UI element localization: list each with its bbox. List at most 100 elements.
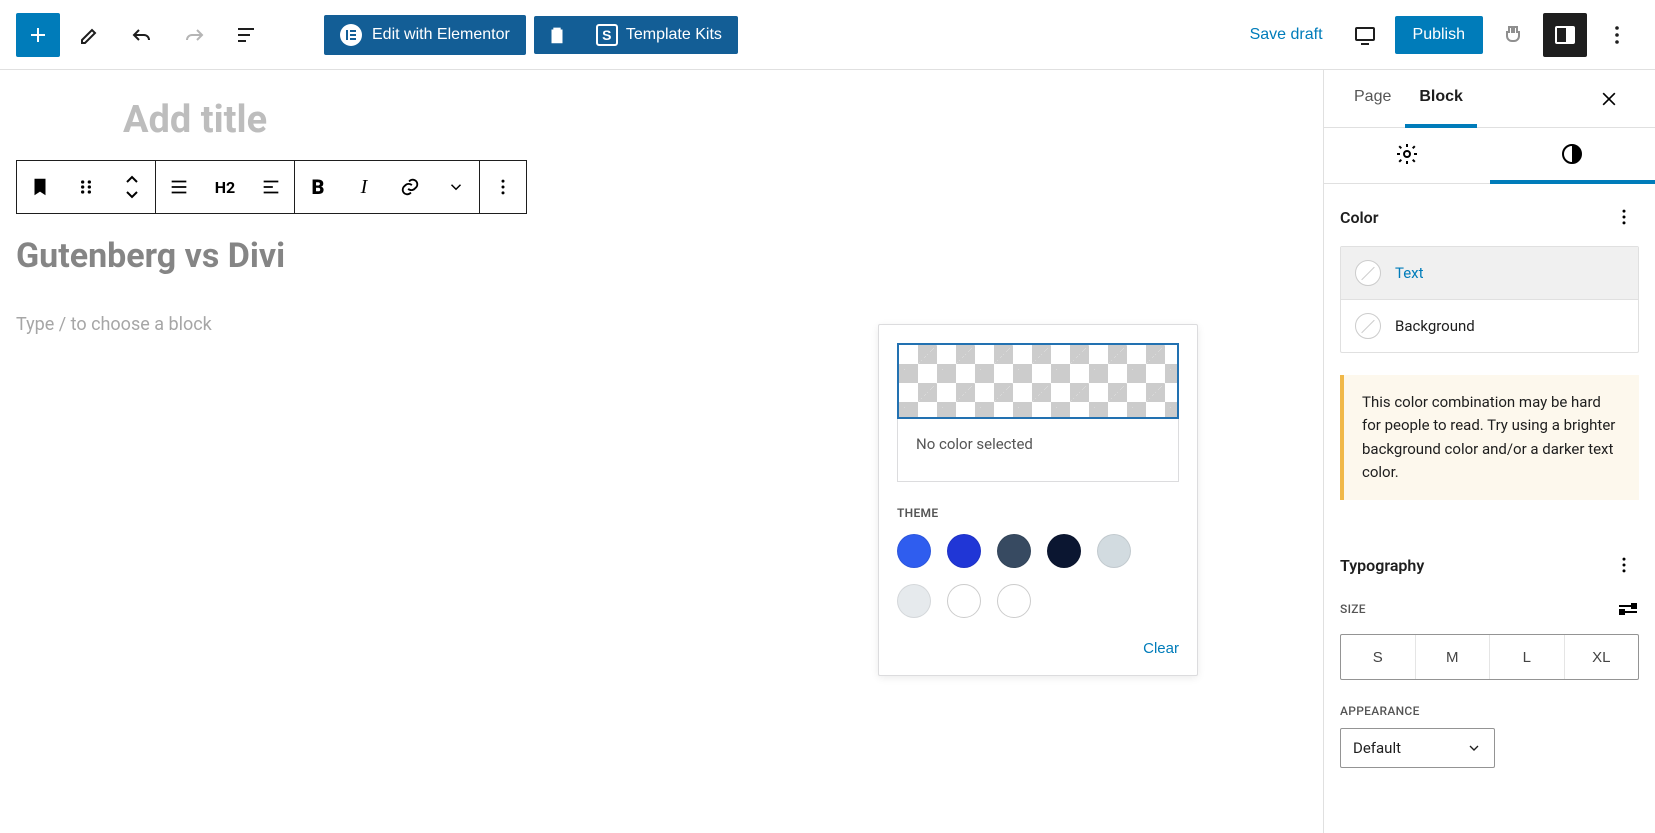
text-align-icon xyxy=(260,176,282,198)
block-options-button[interactable] xyxy=(480,161,526,213)
typography-panel: Typography SIZE S M L XL APPEARANCE Defa… xyxy=(1324,532,1655,772)
size-m[interactable]: M xyxy=(1415,635,1490,679)
pencil-icon xyxy=(78,23,102,47)
block-subtabs xyxy=(1324,128,1655,184)
link-icon xyxy=(399,176,421,198)
add-block-button[interactable] xyxy=(16,13,60,57)
contrast-notice: This color combination may be hard for p… xyxy=(1340,375,1639,500)
align-icon xyxy=(168,176,190,198)
size-settings-button[interactable] xyxy=(1617,594,1639,624)
swatch-0[interactable] xyxy=(897,534,931,568)
more-rich-button[interactable] xyxy=(433,161,479,213)
close-sidebar-button[interactable] xyxy=(1599,79,1639,119)
sidebar-icon xyxy=(1553,23,1577,47)
view-button[interactable] xyxy=(1343,13,1387,57)
edit-tool-button[interactable] xyxy=(68,13,112,57)
tab-page[interactable]: Page xyxy=(1340,70,1405,128)
kebab-icon xyxy=(1614,207,1634,227)
bookmark-icon xyxy=(29,176,51,198)
template-kits-group: S Template Kits xyxy=(534,16,738,54)
publish-button[interactable]: Publish xyxy=(1395,16,1483,54)
link-button[interactable] xyxy=(387,161,433,213)
save-draft-button[interactable]: Save draft xyxy=(1238,18,1335,52)
theme-heading: THEME xyxy=(897,506,1179,520)
clipboard-button[interactable] xyxy=(534,16,580,54)
updown-icon xyxy=(123,174,141,200)
block-type-button[interactable] xyxy=(17,161,63,213)
size-label: SIZE xyxy=(1340,602,1366,616)
swatch-4[interactable] xyxy=(1097,534,1131,568)
template-kits-button[interactable]: S Template Kits xyxy=(580,16,738,54)
subtab-settings[interactable] xyxy=(1324,128,1490,184)
color-panel: Color Text Background This color combina… xyxy=(1324,184,1655,532)
drag-handle[interactable] xyxy=(63,161,109,213)
chevron-down-icon xyxy=(1466,740,1482,756)
document-overview-button[interactable] xyxy=(224,13,268,57)
swatch-3[interactable] xyxy=(1047,534,1081,568)
swatch-1[interactable] xyxy=(947,534,981,568)
redo-icon xyxy=(182,23,206,47)
block-toolbar: H2 B I xyxy=(16,160,527,214)
italic-button[interactable]: I xyxy=(341,161,387,213)
desktop-icon xyxy=(1353,23,1377,47)
redo-button[interactable] xyxy=(172,13,216,57)
size-segmented: S M L XL xyxy=(1340,634,1639,680)
subtab-styles[interactable] xyxy=(1490,128,1655,184)
typography-heading: Typography xyxy=(1340,556,1424,575)
move-updown-button[interactable] xyxy=(109,161,155,213)
chevron-down-icon xyxy=(447,178,465,196)
editor-canvas: Add title H2 B I Gutenberg vs Di xyxy=(0,70,1323,833)
background-label: Background xyxy=(1395,317,1475,335)
align-button[interactable] xyxy=(156,161,202,213)
heading-level-button[interactable]: H2 xyxy=(202,161,248,213)
no-color-label: No color selected xyxy=(916,435,1033,453)
more-options-button[interactable] xyxy=(1595,13,1639,57)
bold-button[interactable]: B xyxy=(295,161,341,213)
title-placeholder[interactable]: Add title xyxy=(123,98,1315,142)
style-kit-icon: S xyxy=(596,24,618,46)
plus-icon xyxy=(26,23,50,47)
swatch-6[interactable] xyxy=(947,584,981,618)
plugin-icon xyxy=(1501,23,1525,47)
background-swatch-icon xyxy=(1355,313,1381,339)
text-align-button[interactable] xyxy=(248,161,294,213)
edit-with-elementor-button[interactable]: Edit with Elementor xyxy=(324,15,526,55)
size-s[interactable]: S xyxy=(1341,635,1415,679)
close-icon xyxy=(1599,89,1619,109)
sidebar-tabs: Page Block xyxy=(1324,70,1655,128)
tab-block[interactable]: Block xyxy=(1405,70,1477,128)
swatch-7[interactable] xyxy=(997,584,1031,618)
appearance-value: Default xyxy=(1353,739,1401,757)
color-row-text[interactable]: Text xyxy=(1341,247,1638,300)
settings-sidebar: Page Block Color Text xyxy=(1323,70,1655,833)
plugin-button[interactable] xyxy=(1491,13,1535,57)
swatch-2[interactable] xyxy=(997,534,1031,568)
color-popover: No color selected THEME Clear xyxy=(878,324,1198,676)
theme-swatches xyxy=(897,534,1179,618)
color-preview-card: No color selected xyxy=(897,419,1179,482)
elementor-label: Edit with Elementor xyxy=(372,26,510,44)
swatch-5[interactable] xyxy=(897,584,931,618)
settings-panel-toggle[interactable] xyxy=(1543,13,1587,57)
color-heading: Color xyxy=(1340,208,1378,227)
drag-icon xyxy=(76,177,96,197)
undo-button[interactable] xyxy=(120,13,164,57)
clear-color-button[interactable]: Clear xyxy=(1143,640,1179,657)
kebab-icon xyxy=(1614,555,1634,575)
appearance-select[interactable]: Default xyxy=(1340,728,1495,768)
contrast-icon xyxy=(1560,142,1584,166)
color-row-background[interactable]: Background xyxy=(1341,300,1638,352)
typography-options-button[interactable] xyxy=(1609,550,1639,580)
size-l[interactable]: L xyxy=(1489,635,1564,679)
gear-icon xyxy=(1395,142,1419,166)
appearance-label: APPEARANCE xyxy=(1340,704,1639,718)
undo-icon xyxy=(130,23,154,47)
size-xl[interactable]: XL xyxy=(1564,635,1639,679)
list-icon xyxy=(234,23,258,47)
heading-block[interactable]: Gutenberg vs Divi xyxy=(16,236,1315,276)
color-preview[interactable] xyxy=(897,343,1179,419)
clipboard-icon xyxy=(546,24,568,46)
elementor-icon xyxy=(340,24,362,46)
color-options-button[interactable] xyxy=(1609,202,1639,232)
template-kits-label: Template Kits xyxy=(626,26,722,44)
